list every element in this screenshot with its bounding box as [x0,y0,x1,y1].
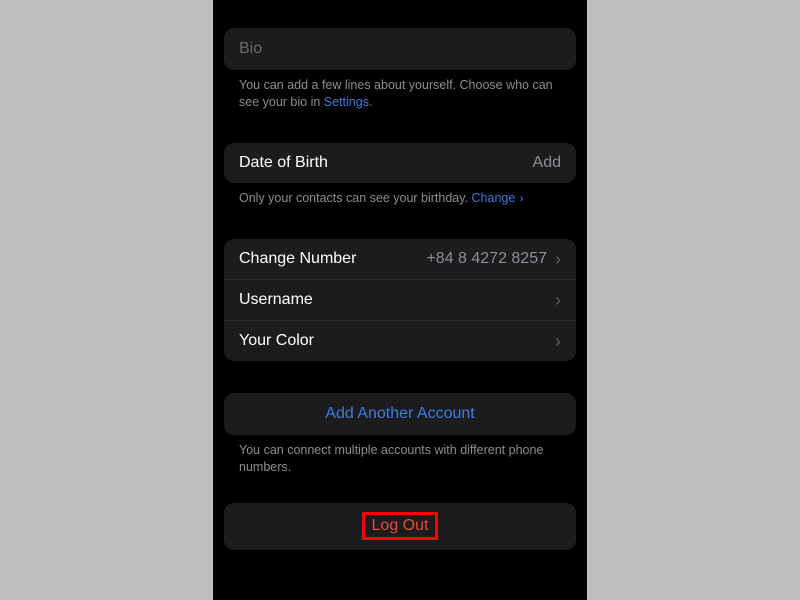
account-group: Change Number +84 8 4272 8257 › Username… [224,239,576,361]
settings-link[interactable]: Settings [324,95,369,109]
username-row[interactable]: Username › [224,280,576,321]
bio-input[interactable]: Bio [224,28,576,70]
add-account-button[interactable]: Add Another Account [224,393,576,435]
chevron-right-icon: › [555,332,561,350]
change-number-row[interactable]: Change Number +84 8 4272 8257 › [224,239,576,280]
username-label: Username [239,291,555,309]
chevron-right-icon: › [555,291,561,309]
color-label: Your Color [239,332,555,350]
chevron-right-icon: › [516,191,523,205]
dob-value: Add [533,154,561,172]
dob-row[interactable]: Date of Birth Add [224,143,576,183]
change-number-value: +84 8 4272 8257 [426,250,547,268]
dob-group: Date of Birth Add [224,143,576,183]
phone-screen: Bio You can add a few lines about yourse… [213,0,587,600]
logout-label: Log Out [372,517,429,534]
logout-highlight: Log Out [362,512,439,540]
dob-hint: Only your contacts can see your birthday… [224,183,576,207]
logout-button[interactable]: Log Out [224,503,576,550]
chevron-right-icon: › [555,250,561,268]
bio-hint: You can add a few lines about yourself. … [224,70,576,111]
bio-placeholder: Bio [239,40,262,57]
change-number-label: Change Number [239,250,426,268]
add-account-hint: You can connect multiple accounts with d… [224,435,576,476]
add-account-label: Add Another Account [325,405,474,422]
color-row[interactable]: Your Color › [224,321,576,361]
dob-change-link[interactable]: Change [472,191,516,205]
dob-label: Date of Birth [239,154,533,172]
